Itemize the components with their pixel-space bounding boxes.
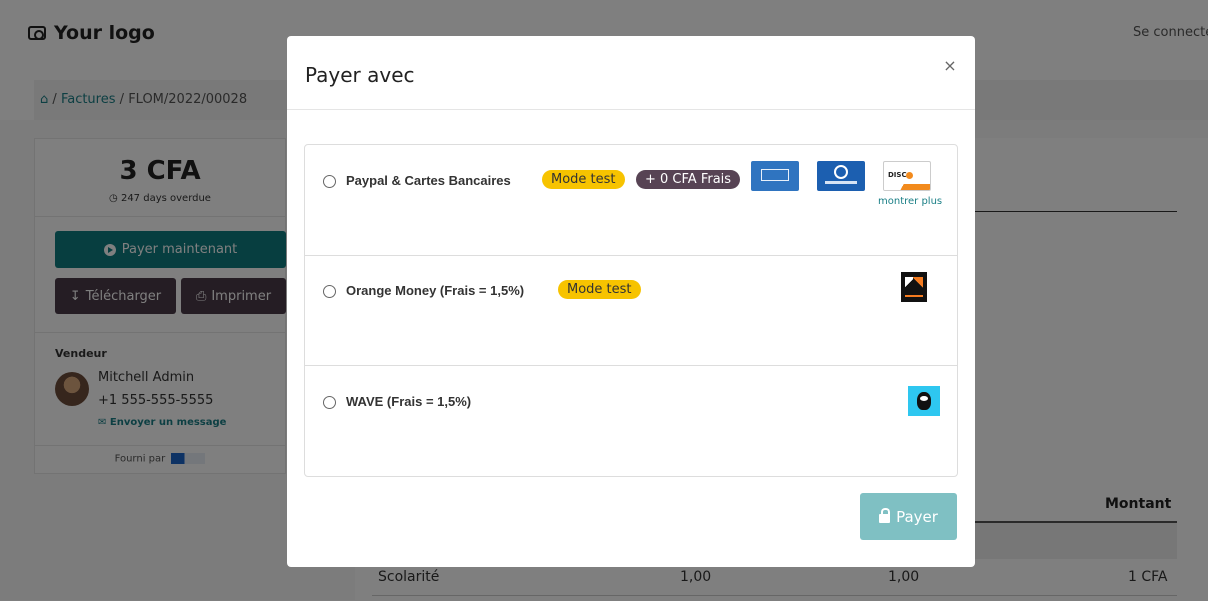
lock-icon [879,508,891,523]
payment-option-orange-money[interactable]: Orange Money (Frais = 1,5%) Mode test [305,255,957,365]
payment-modal: Payer avec × Paypal & Cartes Bancaires M… [287,36,975,567]
radio-wave[interactable] [323,396,336,409]
diners-club-card-icon [817,161,865,191]
modal-header: Payer avec × [287,36,975,110]
option-label: WAVE (Frais = 1,5%) [346,394,472,409]
test-mode-badge: Mode test [542,170,625,189]
modal-title: Payer avec [305,63,415,87]
pay-button-label: Payer [896,507,938,526]
wave-penguin-logo-icon [908,386,940,416]
payment-options-list: Paypal & Cartes Bancaires Mode test + 0 … [304,144,958,477]
fee-badge: + 0 CFA Frais [636,170,741,189]
orange-money-logo-icon [901,272,927,302]
discover-card-icon: DISC [883,161,931,191]
test-mode-badge: Mode test [558,280,641,299]
close-icon[interactable]: × [942,58,958,74]
pay-button[interactable]: Payer [860,493,957,540]
payment-option-paypal[interactable]: Paypal & Cartes Bancaires Mode test + 0 … [305,145,957,255]
option-label: Paypal & Cartes Bancaires [346,173,511,188]
payment-option-wave[interactable]: WAVE (Frais = 1,5%) [305,365,957,476]
radio-orange-money[interactable] [323,285,336,298]
show-more-link[interactable]: montrer plus [878,196,942,207]
radio-paypal[interactable] [323,175,336,188]
amex-card-icon [751,161,799,191]
option-label: Orange Money (Frais = 1,5%) [346,283,525,298]
